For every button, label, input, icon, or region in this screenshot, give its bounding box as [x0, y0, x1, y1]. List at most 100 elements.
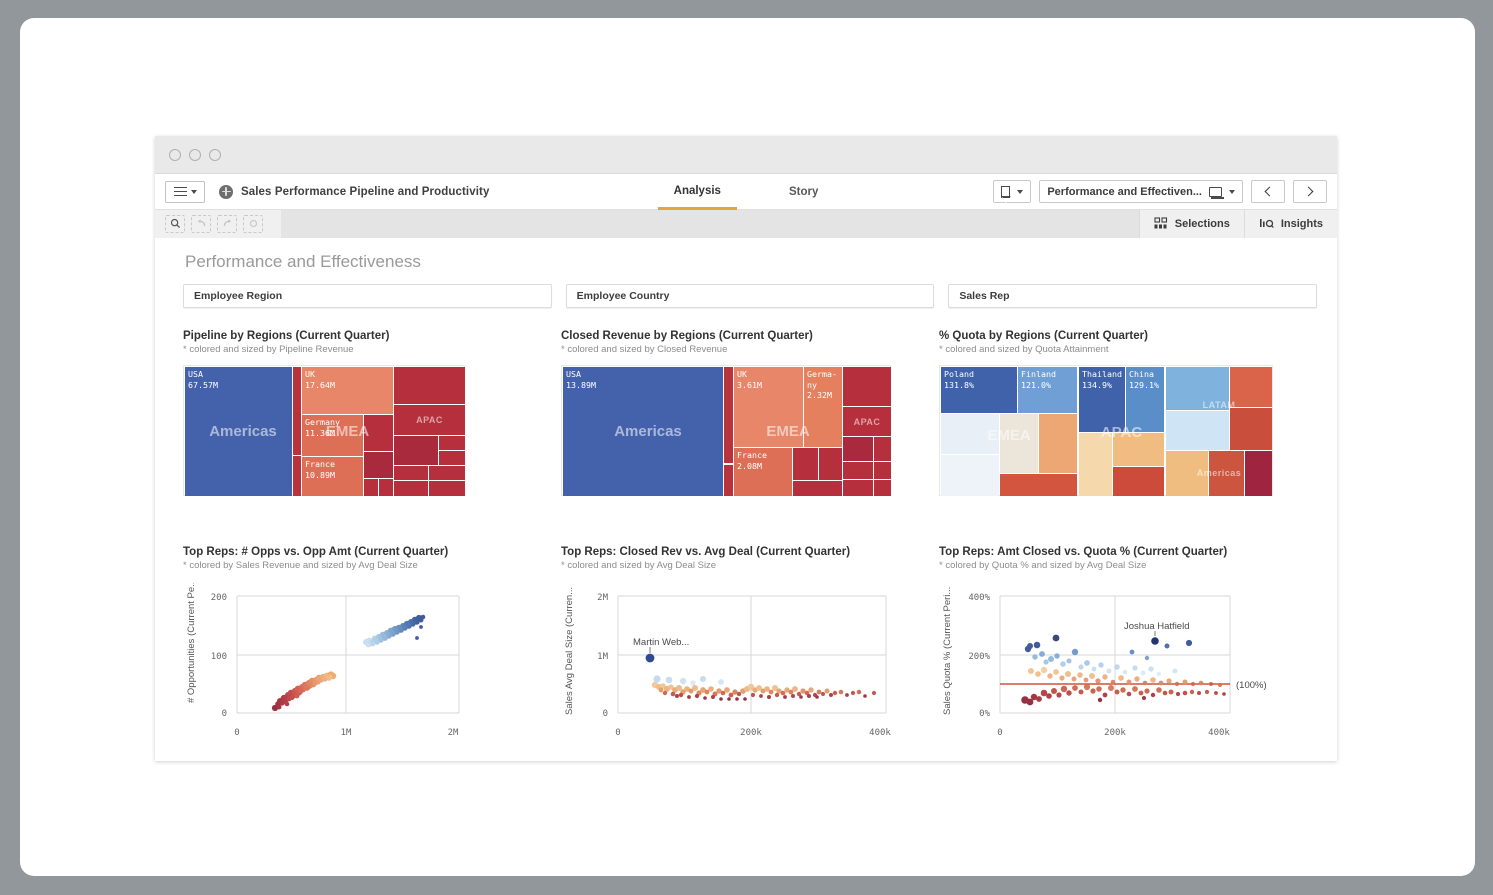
treemap-node[interactable] — [1230, 367, 1272, 407]
chart-title: Closed Revenue by Regions (Current Quart… — [561, 330, 813, 342]
treemap[interactable]: Poland 131.8% Finland 121.0% EMEA Thaila… — [939, 365, 1273, 496]
scatter-plot[interactable]: Sales Avg Deal Size (Curren... 2M 1M 0 0… — [561, 583, 939, 743]
treemap-node[interactable] — [364, 452, 393, 478]
y-tick: 100 — [211, 652, 227, 662]
treemap-node-label: France 2.08M — [737, 450, 767, 471]
treemap-node[interactable] — [874, 480, 891, 496]
annotation-label: Martin Web... — [633, 637, 689, 648]
scatter-points-low-cluster[interactable] — [271, 671, 337, 712]
highlighted-point[interactable] — [1151, 637, 1159, 645]
treemap-node[interactable] — [439, 451, 465, 465]
tab-analysis[interactable]: Analysis — [657, 174, 737, 210]
treemap-node-china[interactable]: China 129.1% — [1126, 367, 1164, 432]
treemap-node-uk[interactable]: UK 3.61M — [734, 367, 803, 447]
scatter-points[interactable] — [1021, 634, 1226, 706]
treemap-node-uk[interactable]: UK 17.64M — [302, 367, 393, 414]
treemap-node[interactable] — [1166, 367, 1229, 410]
filter-employee-country[interactable]: Employee Country — [565, 284, 935, 308]
toolbar-right: Selections Insights — [1138, 209, 1337, 238]
treemap-node[interactable] — [1000, 414, 1038, 473]
next-sheet-button[interactable] — [1293, 180, 1327, 203]
treemap-node[interactable] — [1039, 414, 1077, 473]
scatter-points[interactable] — [651, 675, 877, 701]
treemap-node[interactable] — [1113, 433, 1164, 466]
treemap-node[interactable] — [843, 480, 873, 496]
treemap-node[interactable] — [793, 448, 818, 480]
y-tick: 0 — [603, 709, 608, 719]
prev-sheet-button[interactable] — [1251, 180, 1285, 203]
chevron-left-icon — [1264, 186, 1275, 197]
treemap-node-france[interactable]: France 2.08M — [734, 448, 792, 496]
x-tick: 400k — [1208, 728, 1230, 738]
treemap-node[interactable] — [724, 465, 733, 496]
treemap-node[interactable] — [941, 414, 999, 454]
treemap-node[interactable] — [1230, 408, 1272, 450]
selection-search-icon[interactable] — [165, 214, 185, 233]
main-menu-button[interactable] — [165, 180, 205, 203]
scatter-plot[interactable]: # Opportunities (Current Pe... 200 100 0… — [183, 579, 561, 743]
treemap-node-label: Germa- ny 2.32M — [807, 369, 837, 400]
treemap-node[interactable] — [843, 462, 873, 479]
treemap-node[interactable] — [394, 466, 428, 480]
treemap-node-germany[interactable]: Germany 11.36M — [302, 415, 363, 456]
treemap-node[interactable] — [439, 436, 465, 450]
filter-sales-rep[interactable]: Sales Rep — [948, 284, 1318, 308]
undo-icon[interactable] — [191, 214, 211, 233]
filter-employee-region[interactable]: Employee Region — [183, 284, 552, 308]
treemap-node-france[interactable]: France 10.89M — [302, 457, 363, 496]
highlighted-point[interactable] — [645, 653, 655, 663]
treemap-node[interactable] — [1000, 474, 1077, 496]
chart-subtitle: * colored and sized by Closed Revenue — [561, 344, 728, 355]
treemap-node[interactable] — [429, 466, 465, 480]
treemap-node[interactable] — [364, 415, 393, 451]
treemap-node[interactable] — [394, 481, 428, 496]
window-close-dot[interactable] — [169, 148, 181, 161]
treemap[interactable]: USA 67.57M Americas UK 17.64M Germany 11… — [183, 365, 465, 496]
treemap-node[interactable] — [394, 436, 438, 465]
treemap-node[interactable] — [1113, 467, 1164, 496]
chart-closed-revenue-by-regions: Closed Revenue by Regions (Current Quart… — [561, 308, 939, 496]
treemap-node-thailand[interactable]: Thailand 134.9% — [1079, 367, 1125, 432]
treemap-node-usa[interactable]: USA 67.57M — [185, 367, 292, 496]
treemap-node[interactable] — [793, 481, 842, 496]
clear-selections-icon[interactable] — [243, 214, 263, 233]
treemap-node[interactable] — [1166, 411, 1229, 450]
treemap-node[interactable] — [819, 448, 842, 480]
treemap-node-poland[interactable]: Poland 131.8% — [941, 367, 1017, 413]
insights-button[interactable]: Insights — [1243, 209, 1337, 238]
treemap-node[interactable] — [843, 367, 891, 406]
treemap-node[interactable] — [293, 367, 301, 455]
treemap-node[interactable] — [843, 407, 891, 436]
treemap-node-finland[interactable]: Finland 121.0% — [1018, 367, 1077, 413]
selections-button[interactable]: Selections — [1138, 209, 1244, 238]
scatter-points-high-cluster[interactable] — [363, 614, 426, 648]
treemap-node-usa[interactable]: USA 13.89M — [563, 367, 723, 496]
treemap-node[interactable] — [874, 437, 891, 461]
treemap-node[interactable] — [843, 437, 873, 461]
browser-page: Sales Performance Pipeline and Productiv… — [20, 18, 1475, 876]
treemap-node[interactable] — [1166, 451, 1208, 496]
tab-story[interactable]: Story — [773, 174, 834, 210]
treemap-node[interactable] — [379, 479, 393, 496]
treemap-node[interactable] — [394, 367, 465, 404]
bookmarks-button[interactable] — [993, 180, 1032, 203]
window-minimize-dot[interactable] — [189, 148, 201, 161]
chart-subtitle: * colored by Quota % and sized by Avg De… — [939, 560, 1147, 571]
scatter-plot[interactable]: Sales Quota % (Current Peri... 400% 200%… — [939, 583, 1317, 743]
window-maximize-dot[interactable] — [209, 148, 221, 161]
treemap-node[interactable] — [394, 405, 465, 435]
treemap-node-germany[interactable]: Germa- ny 2.32M — [804, 367, 842, 447]
treemap-node[interactable] — [874, 462, 891, 479]
treemap-node[interactable] — [429, 481, 465, 496]
sheet-selector-button[interactable]: Performance and Effectiven... — [1039, 180, 1243, 203]
treemap-node[interactable] — [364, 479, 378, 496]
treemap-node[interactable] — [1209, 451, 1244, 496]
treemap-node[interactable] — [724, 367, 733, 463]
treemap-node[interactable] — [1079, 433, 1112, 496]
x-tick: 1M — [341, 728, 352, 738]
treemap-node[interactable] — [1245, 451, 1272, 496]
treemap-node[interactable] — [293, 456, 301, 496]
treemap[interactable]: USA 13.89M Americas UK 3.61M Germa- ny 2… — [561, 365, 891, 496]
redo-icon[interactable] — [217, 214, 237, 233]
treemap-node[interactable] — [941, 455, 999, 496]
